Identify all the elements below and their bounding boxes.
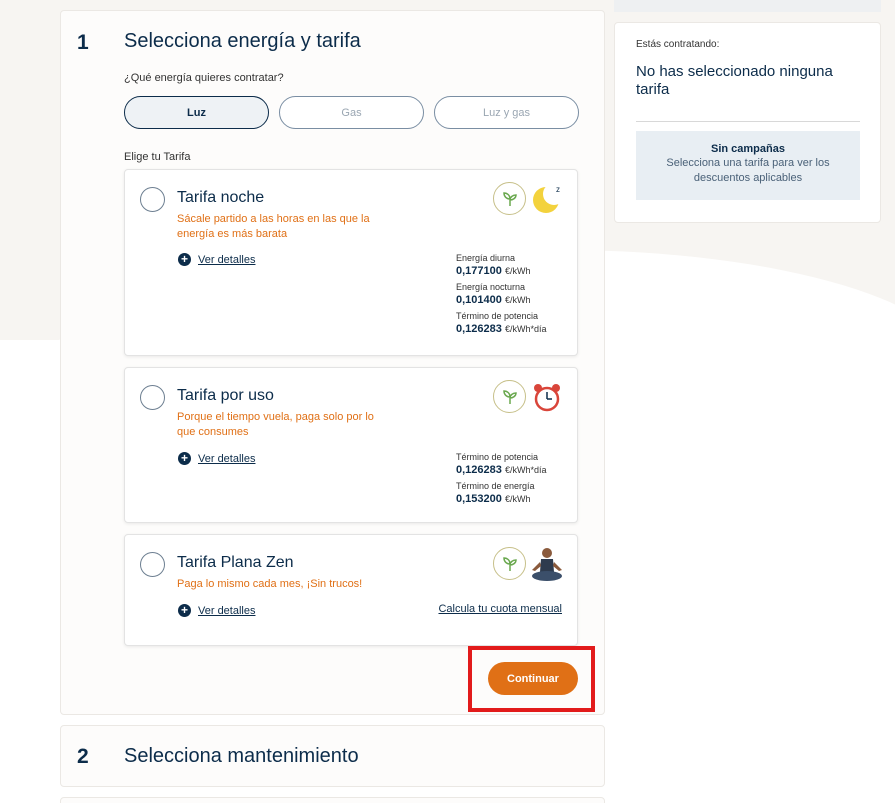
calcula-cuota-link[interactable]: Calcula tu cuota mensual xyxy=(438,603,562,615)
tariff-name: Tarifa noche xyxy=(177,189,265,206)
price-value: 0,177100 €/kWh xyxy=(456,265,531,277)
price-value: 0,126283 €/kWh*día xyxy=(456,464,547,476)
meditating-person-icon xyxy=(532,548,562,581)
campaign-title: Sin campañas xyxy=(711,143,785,155)
sidebar-title: No has seleccionado ninguna tarifa xyxy=(636,63,833,98)
price-row: Energía nocturna 0,101400 €/kWh xyxy=(456,281,546,308)
price-row: Energía diurna 0,177100 €/kWh xyxy=(456,252,546,279)
price-label: Término de potencia xyxy=(456,452,539,462)
tariff-description: Sácale partido a las horas en las que la… xyxy=(177,213,370,240)
price-label: Término de energía xyxy=(456,481,535,491)
alarm-clock-icon xyxy=(534,384,560,412)
eco-seal-icon xyxy=(493,182,526,215)
price-row: Término de energía 0,153200 €/kWh xyxy=(456,480,546,507)
divider xyxy=(636,121,860,122)
sidebar-subtitle: Estás contratando: xyxy=(636,39,720,50)
price-value: 0,126283 €/kWh*día xyxy=(456,323,547,335)
energy-option-luz[interactable]: Luz xyxy=(124,96,269,129)
energy-question: ¿Qué energía quieres contratar? xyxy=(124,72,284,84)
eco-seal-icon xyxy=(493,547,526,580)
highlight-box xyxy=(468,646,595,712)
tariff-name: Tarifa por uso xyxy=(177,387,274,404)
price-value: 0,153200 €/kWh xyxy=(456,493,531,505)
plus-icon: + xyxy=(178,452,191,465)
step1-card: 1 Selecciona energía y tarifa ¿Qué energ… xyxy=(60,10,605,715)
step-number: 2 xyxy=(77,745,89,768)
energy-option-luz-y-gas[interactable]: Luz y gas xyxy=(434,96,579,129)
price-row: Término de potencia 0,126283 €/kWh*día xyxy=(456,451,546,478)
tariff-description: Paga lo mismo cada mes, ¡Sin trucos! xyxy=(177,578,363,590)
moon-icon: z xyxy=(533,183,564,213)
tariff-prices: Energía diurna 0,177100 €/kWh Energía no… xyxy=(456,252,546,339)
ver-detalles-label[interactable]: Ver detalles xyxy=(198,605,255,617)
summary-sidebar: Estás contratando: No has seleccionado n… xyxy=(614,22,881,223)
ver-detalles-label[interactable]: Ver detalles xyxy=(198,254,255,266)
plus-icon: + xyxy=(178,253,191,266)
campaign-text: Selecciona una tarifa para ver los descu… xyxy=(666,157,830,184)
svg-text:z: z xyxy=(556,185,560,194)
tariff-radio[interactable] xyxy=(140,187,165,212)
campaign-box: Sin campañas Selecciona una tarifa para … xyxy=(636,131,860,200)
step2-card[interactable]: 2 Selecciona mantenimiento xyxy=(60,725,605,787)
price-row: Término de potencia 0,126283 €/kWh*día xyxy=(456,310,546,337)
tariff-radio[interactable] xyxy=(140,385,165,410)
tariff-card-noche[interactable]: Tarifa noche Sácale partido a las horas … xyxy=(124,169,578,356)
step-number: 1 xyxy=(77,31,89,54)
tariff-card-por-uso[interactable]: Tarifa por uso Porque el tiempo vuela, p… xyxy=(124,367,578,523)
tariff-prices: Término de potencia 0,126283 €/kWh*día T… xyxy=(456,451,546,509)
price-label: Término de potencia xyxy=(456,311,539,321)
energy-selector: Luz Gas Luz y gas xyxy=(124,96,579,129)
ver-detalles-link[interactable]: + Ver detalles xyxy=(178,452,255,465)
step-title: Selecciona energía y tarifa xyxy=(124,30,361,52)
tariff-description: Porque el tiempo vuela, paga solo por lo… xyxy=(177,411,374,438)
ver-detalles-label[interactable]: Ver detalles xyxy=(198,453,255,465)
ver-detalles-link[interactable]: + Ver detalles xyxy=(178,253,255,266)
step-title: Selecciona mantenimiento xyxy=(124,745,359,767)
tariff-name: Tarifa Plana Zen xyxy=(177,554,294,571)
tariff-card-plana-zen[interactable]: Tarifa Plana Zen Paga lo mismo cada mes,… xyxy=(124,534,578,646)
eco-seal-icon xyxy=(493,380,526,413)
price-label: Energía diurna xyxy=(456,253,516,263)
tariff-label: Elige tu Tarifa xyxy=(124,151,191,163)
step3-card xyxy=(60,797,605,803)
price-label: Energía nocturna xyxy=(456,282,526,292)
ver-detalles-link[interactable]: + Ver detalles xyxy=(178,604,255,617)
plus-icon: + xyxy=(178,604,191,617)
price-value: 0,101400 €/kWh xyxy=(456,294,531,306)
energy-option-gas[interactable]: Gas xyxy=(279,96,424,129)
tariff-radio[interactable] xyxy=(140,552,165,577)
sidebar-top-strip xyxy=(614,0,881,12)
